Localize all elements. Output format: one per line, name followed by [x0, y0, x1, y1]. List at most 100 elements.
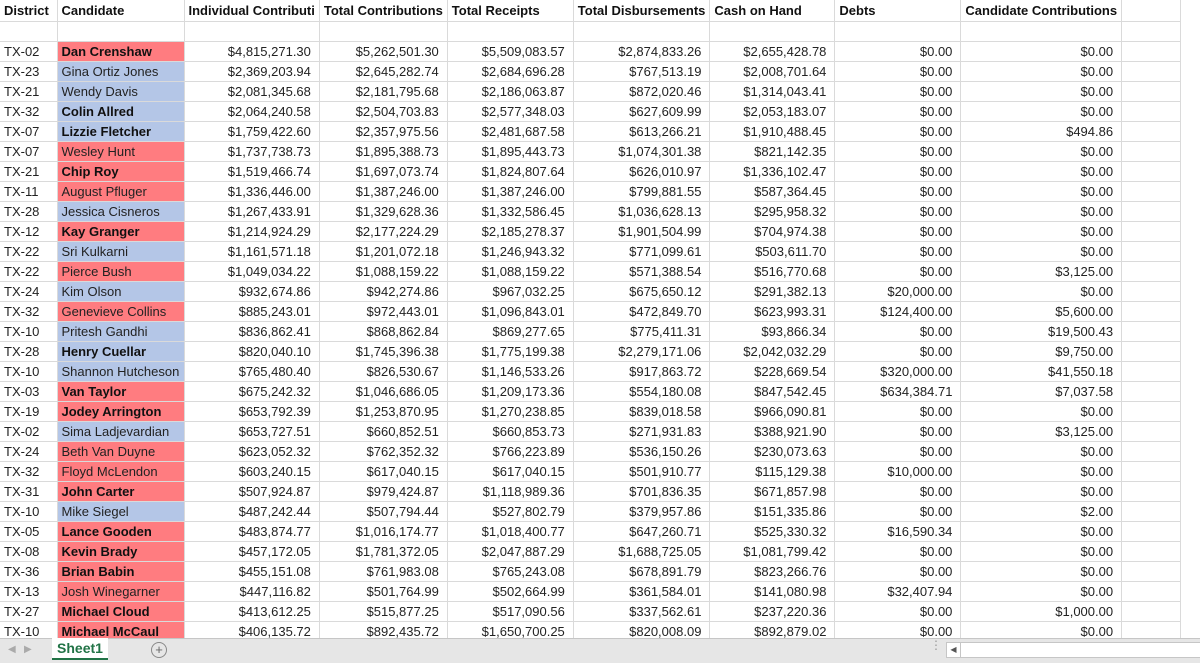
district-cell[interactable]: TX-10	[0, 621, 58, 638]
header-cell-candidate[interactable]: Candidate	[57, 0, 185, 22]
empty-cell[interactable]	[1121, 261, 1182, 282]
total-contributions-cell[interactable]: $868,862.84	[319, 321, 448, 342]
candidate-cell[interactable]: Genevieve Collins	[57, 301, 185, 322]
cash-on-hand-cell[interactable]: $823,266.76	[709, 561, 836, 582]
candidate-cell[interactable]: Gina Ortiz Jones	[57, 61, 185, 82]
empty-cell[interactable]	[1121, 321, 1182, 342]
total-disbursements-cell[interactable]: $647,260.71	[573, 521, 711, 542]
candidate-cell[interactable]: Pierce Bush	[57, 261, 185, 282]
individual-contributions-cell[interactable]: $2,369,203.94	[184, 61, 320, 82]
empty-cell[interactable]	[960, 21, 1123, 42]
empty-cell[interactable]	[1121, 241, 1182, 262]
empty-cell[interactable]	[0, 21, 58, 42]
total-disbursements-cell[interactable]: $771,099.61	[573, 241, 711, 262]
triangle-right-icon[interactable]: ▶	[24, 644, 32, 655]
total-disbursements-cell[interactable]: $820,008.09	[573, 621, 711, 638]
total-receipts-cell[interactable]: $2,047,887.29	[447, 541, 574, 562]
individual-contributions-cell[interactable]: $455,151.08	[184, 561, 320, 582]
total-disbursements-cell[interactable]: $627,609.99	[573, 101, 711, 122]
cash-on-hand-cell[interactable]: $237,220.36	[709, 601, 836, 622]
total-receipts-cell[interactable]: $1,146,533.26	[447, 361, 574, 382]
empty-cell[interactable]	[1121, 461, 1182, 482]
cash-on-hand-cell[interactable]: $2,008,701.64	[709, 61, 836, 82]
debts-cell[interactable]: $0.00	[834, 181, 962, 202]
empty-cell[interactable]	[1121, 381, 1182, 402]
debts-cell[interactable]: $32,407.94	[834, 581, 962, 602]
district-cell[interactable]: TX-03	[0, 381, 58, 402]
total-receipts-cell[interactable]: $1,332,586.45	[447, 201, 574, 222]
cash-on-hand-cell[interactable]: $1,336,102.47	[709, 161, 836, 182]
candidate-contributions-cell[interactable]: $5,600.00	[960, 301, 1123, 322]
candidate-cell[interactable]: Lizzie Fletcher	[57, 121, 185, 142]
candidate-contributions-cell[interactable]: $2.00	[960, 501, 1123, 522]
debts-cell[interactable]: $0.00	[834, 421, 962, 442]
debts-cell[interactable]: $0.00	[834, 441, 962, 462]
total-contributions-cell[interactable]: $762,352.32	[319, 441, 448, 462]
total-disbursements-cell[interactable]: $337,562.61	[573, 601, 711, 622]
candidate-cell[interactable]: Sri Kulkarni	[57, 241, 185, 262]
header-cell-individual-contributions[interactable]: Individual Contributi	[184, 0, 320, 22]
split-handle-icon[interactable]: ⋮	[930, 639, 942, 651]
cash-on-hand-cell[interactable]: $2,655,428.78	[709, 41, 836, 62]
empty-cell[interactable]	[834, 21, 962, 42]
total-contributions-cell[interactable]: $1,016,174.77	[319, 521, 448, 542]
empty-cell[interactable]	[1121, 141, 1182, 162]
individual-contributions-cell[interactable]: $1,519,466.74	[184, 161, 320, 182]
district-cell[interactable]: TX-32	[0, 461, 58, 482]
empty-cell[interactable]	[1121, 401, 1182, 422]
plus-circle-icon[interactable]: +	[151, 642, 167, 658]
district-cell[interactable]: TX-22	[0, 241, 58, 262]
empty-cell[interactable]	[1121, 221, 1182, 242]
total-receipts-cell[interactable]: $502,664.99	[447, 581, 574, 602]
candidate-cell[interactable]: Chip Roy	[57, 161, 185, 182]
candidate-cell[interactable]: Jodey Arrington	[57, 401, 185, 422]
total-contributions-cell[interactable]: $1,745,396.38	[319, 341, 448, 362]
total-receipts-cell[interactable]: $1,118,989.36	[447, 481, 574, 502]
individual-contributions-cell[interactable]: $2,081,345.68	[184, 81, 320, 102]
header-cell-district[interactable]: District	[0, 0, 58, 22]
cash-on-hand-cell[interactable]: $151,335.86	[709, 501, 836, 522]
empty-cell[interactable]	[1121, 0, 1182, 22]
debts-cell[interactable]: $0.00	[834, 41, 962, 62]
district-cell[interactable]: TX-11	[0, 181, 58, 202]
total-disbursements-cell[interactable]: $1,688,725.05	[573, 541, 711, 562]
debts-cell[interactable]: $20,000.00	[834, 281, 962, 302]
candidate-cell[interactable]: Colin Allred	[57, 101, 185, 122]
debts-cell[interactable]: $0.00	[834, 561, 962, 582]
debts-cell[interactable]: $16,590.34	[834, 521, 962, 542]
total-receipts-cell[interactable]: $967,032.25	[447, 281, 574, 302]
district-cell[interactable]: TX-31	[0, 481, 58, 502]
cash-on-hand-cell[interactable]: $671,857.98	[709, 481, 836, 502]
individual-contributions-cell[interactable]: $653,727.51	[184, 421, 320, 442]
district-cell[interactable]: TX-24	[0, 441, 58, 462]
debts-cell[interactable]: $0.00	[834, 601, 962, 622]
empty-cell[interactable]	[184, 21, 320, 42]
debts-cell[interactable]: $0.00	[834, 81, 962, 102]
empty-cell[interactable]	[1121, 421, 1182, 442]
candidate-cell[interactable]: Floyd McLendon	[57, 461, 185, 482]
empty-cell[interactable]	[1121, 201, 1182, 222]
total-disbursements-cell[interactable]: $1,074,301.38	[573, 141, 711, 162]
total-receipts-cell[interactable]: $1,824,807.64	[447, 161, 574, 182]
empty-cell[interactable]	[1121, 301, 1182, 322]
total-disbursements-cell[interactable]: $917,863.72	[573, 361, 711, 382]
total-contributions-cell[interactable]: $515,877.25	[319, 601, 448, 622]
cash-on-hand-cell[interactable]: $228,669.54	[709, 361, 836, 382]
total-receipts-cell[interactable]: $1,650,700.25	[447, 621, 574, 638]
district-cell[interactable]: TX-32	[0, 101, 58, 122]
candidate-contributions-cell[interactable]: $19,500.43	[960, 321, 1123, 342]
debts-cell[interactable]: $0.00	[834, 241, 962, 262]
header-cell-cash-on-hand[interactable]: Cash on Hand	[709, 0, 836, 22]
debts-cell[interactable]: $0.00	[834, 401, 962, 422]
individual-contributions-cell[interactable]: $603,240.15	[184, 461, 320, 482]
individual-contributions-cell[interactable]: $1,336,446.00	[184, 181, 320, 202]
candidate-cell[interactable]: Josh Winegarner	[57, 581, 185, 602]
empty-cell[interactable]	[1121, 121, 1182, 142]
cash-on-hand-cell[interactable]: $892,879.02	[709, 621, 836, 638]
district-cell[interactable]: TX-07	[0, 121, 58, 142]
total-contributions-cell[interactable]: $1,088,159.22	[319, 261, 448, 282]
total-contributions-cell[interactable]: $2,357,975.56	[319, 121, 448, 142]
total-receipts-cell[interactable]: $1,246,943.32	[447, 241, 574, 262]
total-contributions-cell[interactable]: $507,794.44	[319, 501, 448, 522]
debts-cell[interactable]: $320,000.00	[834, 361, 962, 382]
